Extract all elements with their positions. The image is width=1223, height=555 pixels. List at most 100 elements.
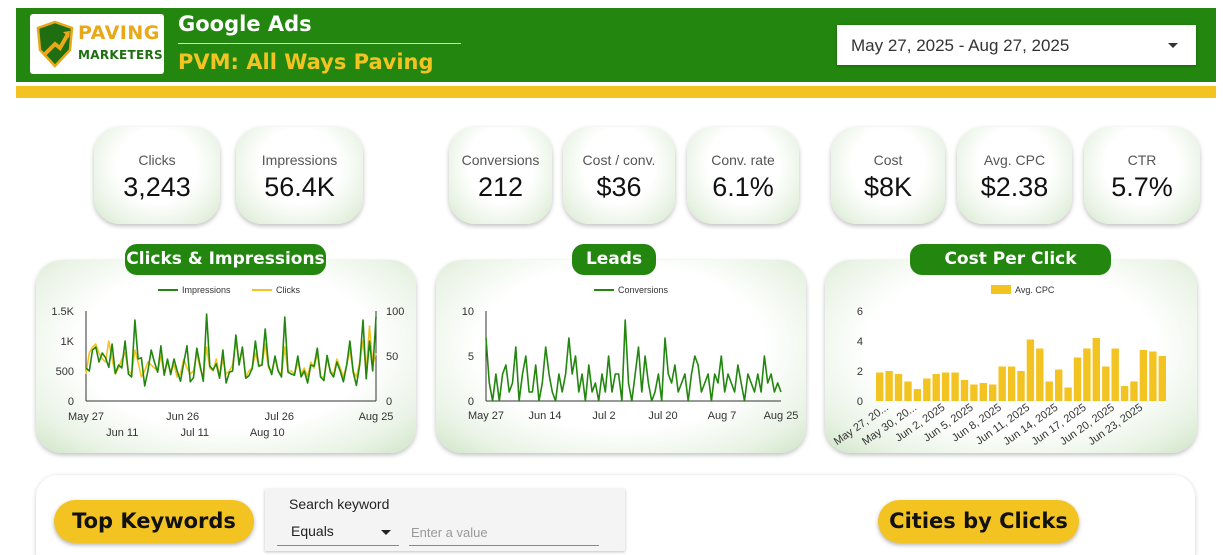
kpi-label: Cost / conv. bbox=[582, 152, 656, 168]
y-tick: 10 bbox=[462, 306, 474, 318]
logo: PAVING MARKETERS bbox=[30, 14, 164, 74]
clicks-impressions-chart: Impressions Clicks1.5K1K5000100500May 27 J… bbox=[51, 285, 404, 439]
cpc-bar bbox=[1158, 356, 1166, 401]
cpc-bar bbox=[1120, 386, 1129, 401]
y-tick: 0 bbox=[857, 396, 863, 408]
clicks-impressions-panel: Impressions Clicks 1.5K 1K 500 0 100 50 0 May 27 J… bbox=[36, 260, 416, 453]
cpc-chart: Avg. CPC6420May 27, 20...May 30, 20...Ju… bbox=[832, 285, 1166, 448]
cpc-bar bbox=[1073, 357, 1082, 401]
kpi-value: 56.4K bbox=[264, 172, 335, 202]
y-tick: 0 bbox=[468, 396, 474, 408]
cpc-bar bbox=[1111, 348, 1119, 401]
y-tick: 2 bbox=[857, 366, 863, 378]
legend-label-avg-cpc: Avg. CPC bbox=[1015, 285, 1055, 295]
x-tick: Jul 26 bbox=[265, 411, 294, 423]
x-tick: Aug 25 bbox=[359, 411, 394, 423]
top-keywords-heading: Top Keywords bbox=[54, 500, 254, 543]
cpc-bar bbox=[1026, 339, 1035, 401]
cpc-bar bbox=[894, 374, 903, 401]
kpi-conv-rate: Conv. rate 6.1% bbox=[687, 127, 799, 224]
kpi-value: 212 bbox=[477, 172, 524, 202]
cpc-bar bbox=[1083, 348, 1091, 401]
kpi-value: $36 bbox=[596, 172, 642, 202]
cpc-bar bbox=[941, 372, 950, 401]
title-divider bbox=[178, 43, 461, 44]
y-tick: 6 bbox=[857, 306, 863, 318]
kpi-label: CTR bbox=[1127, 152, 1157, 168]
y-tick: 5 bbox=[468, 351, 474, 363]
page-subtitle: PVM: All Ways Paving bbox=[178, 50, 434, 74]
filter-operator-select[interactable]: Equals bbox=[277, 520, 399, 546]
leads-title: Leads bbox=[572, 244, 656, 275]
cpc-bar bbox=[989, 384, 997, 401]
kpi-conversions: Conversions 212 bbox=[449, 127, 552, 224]
cities-by-clicks-heading: Cities by Clicks bbox=[878, 500, 1079, 543]
filter-operator-value: Equals bbox=[291, 523, 334, 539]
kpi-label: Conversions bbox=[461, 152, 540, 168]
x-tick: Jul 20 bbox=[648, 410, 677, 422]
kpi-clicks: Clicks 3,243 bbox=[94, 127, 220, 224]
header-accent-bar bbox=[16, 86, 1216, 98]
cpc-bar bbox=[1139, 350, 1148, 401]
dashboard: PAVING MARKETERS Google Ads PVM: All Way… bbox=[0, 0, 1223, 555]
kpi-value: 5.7% bbox=[1111, 172, 1173, 202]
x-tick: May 27 bbox=[68, 411, 104, 423]
logo-text-paving: PAVING bbox=[78, 22, 160, 44]
cpc-bar bbox=[932, 374, 940, 401]
legend-label-conversions: Conversions bbox=[618, 285, 669, 295]
cpc-bar bbox=[904, 381, 912, 401]
legend-label-impressions: Impressions bbox=[182, 285, 231, 295]
cpc-bar bbox=[913, 389, 922, 401]
cpc-bar bbox=[979, 383, 987, 401]
x-tick-secondary: Jun 11 bbox=[106, 427, 138, 439]
y-tick-left: 1.5K bbox=[51, 306, 74, 318]
date-range-text: May 27, 2025 - Aug 27, 2025 bbox=[851, 36, 1070, 55]
cpc-bar bbox=[1007, 366, 1016, 401]
x-tick: Aug 7 bbox=[708, 410, 737, 422]
kpi-cost-per-conv: Cost / conv. $36 bbox=[563, 127, 675, 224]
cpc-bar bbox=[1130, 381, 1138, 401]
y-tick-left: 500 bbox=[56, 366, 74, 378]
leads-panel: Conversions 10 5 0 May 27 Jun 14 Jul 2 Jul 20 Au… bbox=[436, 260, 806, 453]
kpi-label: Impressions bbox=[261, 152, 338, 168]
cpc-bar bbox=[1092, 338, 1100, 401]
kpi-ctr: CTR 5.7% bbox=[1084, 127, 1200, 224]
cpc-bar bbox=[923, 378, 931, 401]
kpi-impressions: Impressions 56.4K bbox=[236, 127, 363, 224]
cpc-panel: Avg. CPC 6 4 2 0 May 27, 20... May 30, 20... Ju… bbox=[825, 260, 1197, 453]
y-tick-left: 1K bbox=[61, 336, 75, 348]
kpi-value: 6.1% bbox=[712, 172, 774, 202]
y-tick-right: 0 bbox=[386, 396, 392, 408]
chevron-down-icon bbox=[1168, 43, 1178, 48]
logo-text-marketers: MARKETERS bbox=[78, 48, 163, 62]
x-tick-secondary: Jul 11 bbox=[180, 427, 209, 439]
cpc-bar bbox=[951, 372, 959, 401]
y-tick: 4 bbox=[857, 336, 863, 348]
search-keyword-filter: Search keyword Equals bbox=[265, 489, 625, 551]
kpi-label: Avg. CPC bbox=[983, 152, 1046, 168]
kpi-avg-cpc: Avg. CPC $2.38 bbox=[957, 127, 1072, 224]
cpc-bar bbox=[970, 384, 978, 401]
x-tick: Aug 25 bbox=[764, 410, 799, 422]
y-tick-left: 0 bbox=[68, 396, 74, 408]
kpi-cost: Cost $8K bbox=[831, 127, 945, 224]
leads-chart: Conversions 10 5 0 May 27 Jun 14 Jul 2 Jul 20 Au… bbox=[462, 285, 799, 422]
kpi-value: $2.38 bbox=[980, 172, 1049, 202]
kpi-label: Clicks bbox=[138, 152, 176, 168]
cpc-bar bbox=[1102, 366, 1110, 401]
cpc-bar bbox=[1064, 387, 1072, 401]
cpc-bar bbox=[1055, 369, 1063, 401]
x-tick: Jun 26 bbox=[166, 411, 199, 423]
cpc-bar bbox=[1149, 351, 1157, 401]
filter-label: Search keyword bbox=[289, 496, 390, 512]
cpc-bar bbox=[1017, 371, 1025, 401]
x-tick: Jul 2 bbox=[592, 410, 615, 422]
page-title: Google Ads bbox=[178, 12, 312, 36]
x-tick: Jun 14 bbox=[528, 410, 561, 422]
chevron-down-icon bbox=[381, 530, 391, 535]
keyword-value-input[interactable] bbox=[409, 520, 599, 546]
kpi-label: Conv. rate bbox=[711, 152, 775, 168]
cpc-title: Cost Per Click bbox=[910, 244, 1111, 275]
date-range-picker[interactable]: May 27, 2025 - Aug 27, 2025 bbox=[837, 25, 1196, 65]
cpc-bar bbox=[1045, 381, 1053, 401]
